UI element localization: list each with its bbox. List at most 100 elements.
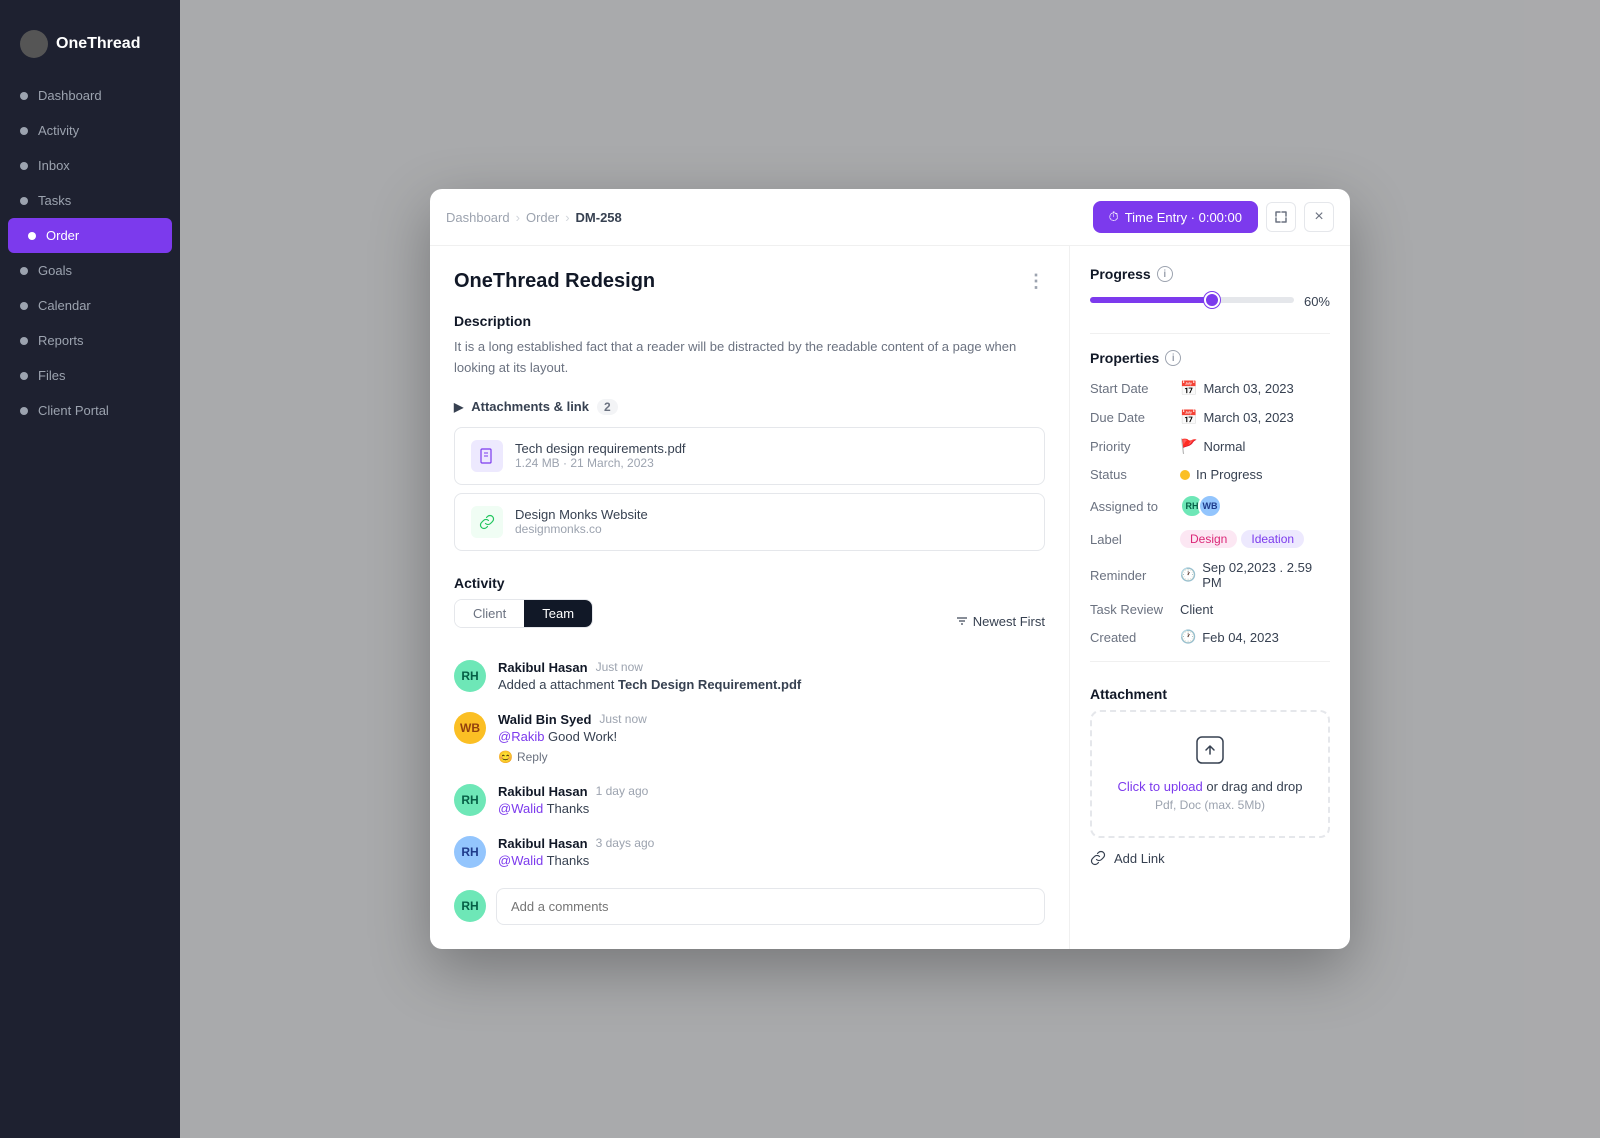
flag-icon: 🚩 [1180, 438, 1197, 455]
sidebar-item-tasks[interactable]: Tasks [0, 183, 180, 218]
three-dots-button[interactable]: ⋮ [1027, 271, 1045, 292]
task-modal: Dashboard › Order › DM-258 ⏱ Time Entry … [430, 189, 1350, 949]
modal-overlay: Dashboard › Order › DM-258 ⏱ Time Entry … [180, 0, 1600, 1138]
label-ideation: Ideation [1241, 530, 1304, 548]
task-review-text: Client [1180, 602, 1213, 617]
comment-item-2: WB Walid Bin Syed Just now @Rakib Good W… [454, 712, 1045, 764]
comment-text-4: @Walid Thanks [498, 853, 654, 868]
assigned-value[interactable]: RH WB [1180, 494, 1222, 518]
upload-area[interactable]: Click to upload or drag and drop Pdf, Do… [1090, 710, 1330, 838]
tab-client[interactable]: Client [455, 600, 524, 627]
attachment-item-link: Design Monks Website designmonks.co [454, 493, 1045, 551]
sidebar-item-client-portal[interactable]: Client Portal [0, 393, 180, 428]
upload-link[interactable]: Click to upload [1117, 779, 1202, 794]
link-icon [471, 506, 503, 538]
activity-label: Activity [454, 575, 1045, 591]
attachments-count: 2 [597, 399, 618, 415]
time-entry-button[interactable]: ⏱ Time Entry · 0:00:00 [1093, 201, 1258, 233]
reply-button[interactable]: 😊 Reply [498, 750, 647, 764]
sidebar-item-activity[interactable]: Activity [0, 113, 180, 148]
progress-value: 60% [1304, 294, 1330, 309]
start-date-label: Start Date [1090, 381, 1180, 396]
task-review-value[interactable]: Client [1180, 602, 1213, 617]
priority-value[interactable]: 🚩 Normal [1180, 438, 1245, 455]
sidebar-item-reports[interactable]: Reports [0, 323, 180, 358]
calendar-icon: 📅 [1180, 380, 1197, 397]
sidebar-item-label: Dashboard [38, 88, 102, 103]
progress-thumb[interactable] [1204, 292, 1220, 308]
reminder-value[interactable]: 🕐 Sep 02,2023 . 2.59 PM [1180, 560, 1330, 590]
link-info: Design Monks Website designmonks.co [515, 507, 648, 536]
chevron-right-icon: ▶ [454, 400, 463, 414]
prop-row-start-date: Start Date 📅 March 03, 2023 [1090, 380, 1330, 397]
comment-input-row: RH [454, 888, 1045, 925]
sidebar-item-order[interactable]: Order [8, 218, 172, 253]
sidebar-item-label: Client Portal [38, 403, 109, 418]
sidebar-item-dashboard[interactable]: Dashboard [0, 78, 180, 113]
comment-content-3: Rakibul Hasan 1 day ago @Walid Thanks [498, 784, 648, 816]
label-design: Design [1180, 530, 1237, 548]
progress-label: Progress [1090, 266, 1151, 282]
tab-team[interactable]: Team [524, 600, 592, 627]
progress-header: Progress i [1090, 266, 1330, 282]
inbox-icon [20, 162, 28, 170]
due-date-value[interactable]: 📅 March 03, 2023 [1180, 409, 1294, 426]
reminder-label: Reminder [1090, 568, 1180, 583]
status-value[interactable]: In Progress [1180, 467, 1262, 482]
prop-row-task-review: Task Review Client [1090, 602, 1330, 617]
sidebar-item-label: Reports [38, 333, 84, 348]
attachment-section-label: Attachment [1090, 686, 1330, 702]
attachments-header[interactable]: ▶ Attachments & link 2 [454, 399, 1045, 415]
main-content: Dashboard › Order › DM-258 ⏱ Time Entry … [180, 0, 1600, 1138]
logo-text: OneThread [56, 35, 140, 53]
sidebar-item-inbox[interactable]: Inbox [0, 148, 180, 183]
comment-input[interactable] [496, 888, 1045, 925]
label-value[interactable]: Design Ideation [1180, 530, 1304, 548]
modal-topbar: Dashboard › Order › DM-258 ⏱ Time Entry … [430, 189, 1350, 246]
sidebar-item-label: Files [38, 368, 65, 383]
add-link-button[interactable]: Add Link [1090, 850, 1330, 866]
start-date-value[interactable]: 📅 March 03, 2023 [1180, 380, 1294, 397]
files-icon [20, 372, 28, 380]
progress-bar-container [1090, 297, 1294, 303]
prop-row-label: Label Design Ideation [1090, 530, 1330, 548]
sort-button[interactable]: Newest First [955, 614, 1045, 629]
reports-icon [20, 337, 28, 345]
author-row-2: Walid Bin Syed Just now [498, 712, 647, 727]
breadcrumb-separator-1: › [516, 210, 520, 225]
close-button[interactable]: × [1304, 202, 1334, 232]
sidebar-item-label: Tasks [38, 193, 71, 208]
expand-button[interactable] [1266, 202, 1296, 232]
avatar-rakibul-2: RH [454, 784, 486, 816]
created-text: Feb 04, 2023 [1202, 630, 1279, 645]
breadcrumb-order[interactable]: Order [526, 210, 559, 225]
comment-text-2: @Rakib Good Work! [498, 729, 647, 744]
author-name-2: Walid Bin Syed [498, 712, 591, 727]
comment-time-4: 3 days ago [596, 836, 655, 850]
comment-text-1: Added a attachment Tech Design Requireme… [498, 677, 801, 692]
avatar-rakibul-1: RH [454, 660, 486, 692]
prop-row-priority: Priority 🚩 Normal [1090, 438, 1330, 455]
comment-content-1: Rakibul Hasan Just now Added a attachmen… [498, 660, 801, 692]
progress-bar[interactable] [1090, 297, 1294, 307]
activity-icon [20, 127, 28, 135]
activity-tabs: Client Team [454, 599, 593, 628]
comment-item-3: RH Rakibul Hasan 1 day ago @Walid Thanks [454, 784, 1045, 816]
sidebar-item-goals[interactable]: Goals [0, 253, 180, 288]
client-portal-icon [20, 407, 28, 415]
divider-1 [1090, 333, 1330, 334]
priority-label: Priority [1090, 439, 1180, 454]
breadcrumb-dashboard[interactable]: Dashboard [446, 210, 510, 225]
prop-row-assigned: Assigned to RH WB [1090, 494, 1330, 518]
prop-row-due-date: Due Date 📅 March 03, 2023 [1090, 409, 1330, 426]
sidebar-item-files[interactable]: Files [0, 358, 180, 393]
prop-row-status: Status In Progress [1090, 467, 1330, 482]
attachment-upload-section: Attachment Click to upload or drag an [1090, 686, 1330, 866]
left-panel: OneThread Redesign ⋮ Description It is a… [430, 246, 1070, 949]
upload-text: Click to upload or drag and drop [1116, 779, 1304, 794]
upload-icon [1116, 736, 1304, 771]
assignee-avatars: RH WB [1180, 494, 1222, 518]
progress-info-icon: i [1157, 266, 1173, 282]
sidebar-item-calendar[interactable]: Calendar [0, 288, 180, 323]
author-row-1: Rakibul Hasan Just now [498, 660, 801, 675]
